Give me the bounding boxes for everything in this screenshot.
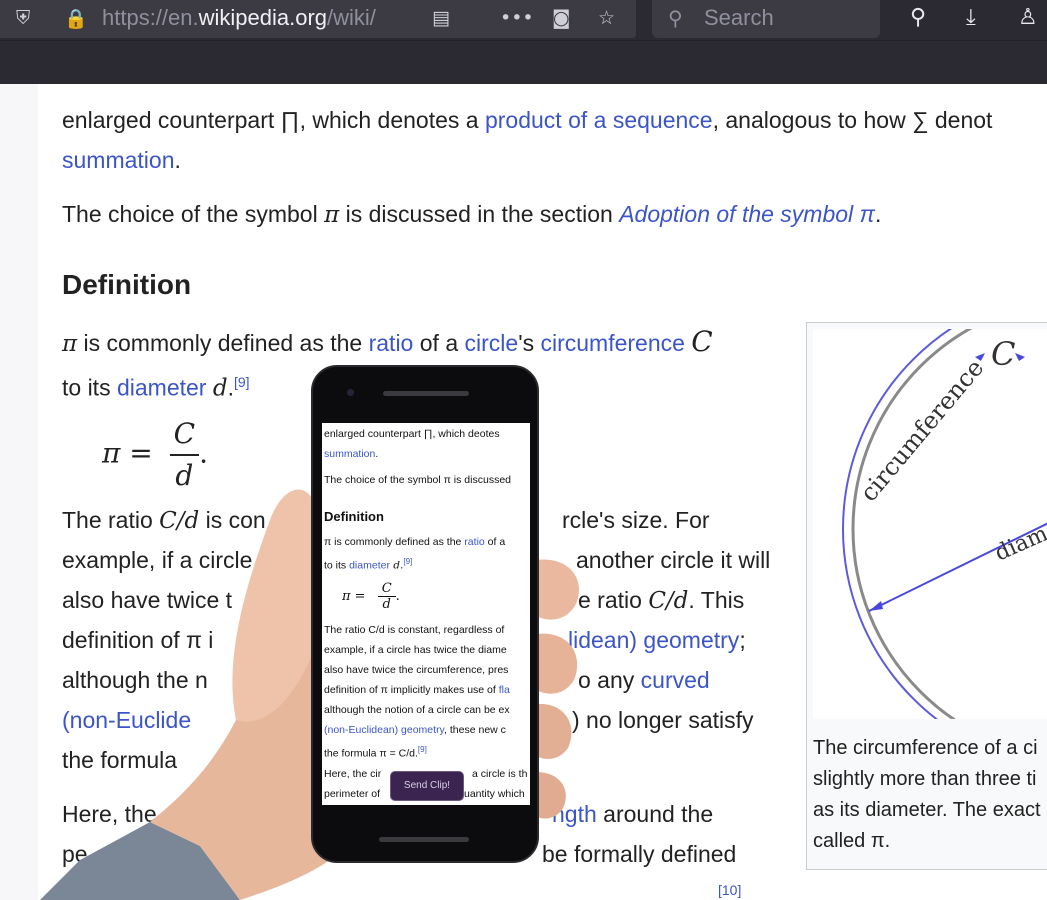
C-label: C: [991, 335, 1015, 373]
phone-text-line: The choice of the symbol π is discussed: [324, 474, 511, 486]
link-circle[interactable]: circle: [465, 330, 519, 356]
link-ratio[interactable]: ratio: [369, 330, 414, 356]
smartphone: enlarged counterpart ∏, which deotes sum…: [311, 365, 539, 863]
circle-diagram[interactable]: circumference C d diam: [813, 329, 1047, 719]
reference-link[interactable]: [9]: [234, 374, 250, 390]
reference-link[interactable]: [10]: [718, 882, 741, 898]
link-non-euclidean[interactable]: (non-Euclide: [62, 707, 191, 733]
phone-text-line: although the notion of a circle can be e…: [324, 704, 510, 716]
paragraph-line: the formula: [62, 747, 178, 773]
phone-text-line: to its diameter d.[9]: [324, 557, 413, 572]
diameter-label: diam: [991, 521, 1047, 566]
phone-text-line: Here, the cir a circle is th: [324, 768, 528, 780]
paragraph-line: π is commonly defined as the ratio of a …: [62, 325, 713, 358]
phone-text-line: perimeter of uantity which: [324, 788, 525, 800]
search-placeholder: Search: [704, 5, 774, 30]
url-text[interactable]: https://en.wikipedia.org/wiki/: [102, 5, 376, 31]
link-diameter[interactable]: diameter: [117, 375, 206, 401]
paragraph-line: enlarged counterpart ∏, which denotes a …: [62, 107, 993, 133]
paragraph-line: example, if a circle another circle it wi…: [62, 547, 771, 573]
paragraph-line: also have twice te ratio C/d. This: [62, 587, 745, 614]
phone-link-diameter[interactable]: diameter: [349, 560, 390, 572]
phone-link-flat[interactable]: fla: [499, 684, 510, 696]
toolbar-strip: [0, 40, 1047, 85]
account-icon[interactable]: ♙: [1018, 5, 1038, 30]
phone-text-line: definition of π implicitly makes use of …: [324, 684, 510, 696]
link-circumference[interactable]: circumference: [540, 330, 684, 356]
more-icon[interactable]: •••: [500, 7, 534, 29]
url-suffix: /wiki/: [327, 5, 376, 30]
reader-view-icon[interactable]: ▤: [432, 7, 450, 29]
phone-pi-formula: π = Cd.: [342, 581, 400, 612]
arrow-head: [1015, 353, 1025, 361]
arrow-head: [975, 353, 985, 361]
paragraph-line: although the no any curved: [62, 667, 710, 693]
paragraph-line: [10]: [718, 870, 741, 900]
phone-text-line: the formula π = C/d.[9]: [324, 745, 427, 760]
pocket-icon[interactable]: ◙: [552, 7, 570, 29]
browser-chrome: ⛨ 🔒 https://en.wikipedia.org/wiki/ ▤ •••…: [0, 0, 1047, 85]
search-icon: ⚲: [668, 6, 683, 30]
phone-section-heading: Definition: [324, 509, 384, 524]
article-content: enlarged counterpart ∏, which denotes a …: [38, 84, 1047, 900]
pi-formula: π = Cd.: [102, 414, 208, 496]
paragraph-line: The choice of the symbol π is discussed …: [62, 201, 882, 228]
figure-caption: The circumference of a ci slightly more …: [813, 737, 1041, 852]
star-icon[interactable]: ☆: [598, 7, 615, 29]
phone-text-line: also have twice the circumference, pres: [324, 664, 509, 676]
search-toolbar-icon[interactable]: ⚲: [910, 5, 926, 30]
phone-text-line: The ratio C/d is constant, regardless of: [324, 624, 505, 636]
link-euclidean-geometry[interactable]: lidean) geometry: [568, 627, 739, 653]
speaker-grille: [383, 391, 469, 396]
phone-text-line: example, if a circle has twice the diame: [324, 644, 507, 656]
fraction: Cd: [169, 414, 200, 496]
browser-toolbar: ⛨ 🔒 https://en.wikipedia.org/wiki/ ▤ •••…: [0, 0, 1047, 40]
phone-text-line: summation.: [324, 448, 379, 460]
lock-icon[interactable]: 🔒: [64, 7, 88, 30]
url-host: wikipedia.org: [198, 5, 328, 30]
link-summation[interactable]: summation: [62, 147, 174, 173]
download-icon[interactable]: ⤓: [966, 5, 976, 30]
send-clip-button[interactable]: Send Clip!: [390, 771, 464, 801]
paragraph-line: pe be formally defined: [62, 841, 737, 867]
phone-link-summation[interactable]: summation: [324, 448, 375, 460]
paragraph-line: to its diameter d.[9]: [62, 374, 250, 402]
link-length[interactable]: ngth: [552, 801, 597, 827]
shield-icon[interactable]: ⛨: [16, 7, 30, 29]
paragraph-line: summation.: [62, 147, 181, 173]
phone-screen[interactable]: enlarged counterpart ∏, which deotes sum…: [322, 423, 530, 805]
phone-link-ratio[interactable]: ratio: [464, 536, 484, 548]
link-product-of-sequence[interactable]: product of a sequence: [485, 107, 713, 133]
paragraph-line: The ratio C/d is con rcle's size. For: [62, 507, 710, 534]
paragraph-line: (non-Euclide) no longer satisfy: [62, 707, 754, 733]
section-heading: Definition: [62, 269, 192, 300]
link-adoption-of-symbol[interactable]: Adoption of the symbol π: [619, 201, 875, 227]
address-bar[interactable]: ⛨ 🔒 https://en.wikipedia.org/wiki/ ▤ •••…: [0, 0, 636, 38]
phone-link-non-euclidean[interactable]: (non-Euclidean) geometry: [324, 724, 444, 736]
link-curved[interactable]: curved: [641, 667, 710, 693]
url-prefix: https://en.: [102, 5, 199, 30]
phone-text-line: (non-Euclidean) geometry, these new c: [324, 724, 506, 736]
diameter-line: [868, 522, 1047, 612]
search-bar[interactable]: ⚲ Search: [652, 0, 880, 38]
paragraph-line: Here, the c ngth around the: [62, 801, 714, 827]
camera-icon: [347, 389, 354, 396]
phone-text-line: π is commonly defined as the ratio of a: [324, 536, 506, 548]
paragraph-line: definition of π i lidean) geometry;: [62, 627, 746, 653]
figure-thumbnail[interactable]: circumference C d diam The circumference…: [806, 322, 1047, 870]
home-indicator: [379, 837, 469, 842]
arrow-head: [869, 601, 883, 611]
phone-text-line: enlarged counterpart ∏, which deotes: [324, 428, 500, 440]
